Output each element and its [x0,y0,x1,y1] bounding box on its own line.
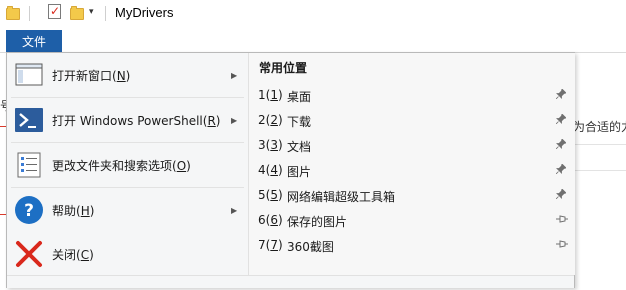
menu-item-open-powershell[interactable]: 打开 Windows PowerShell(R) ▶ [7,98,248,142]
submenu-arrow-icon: ▶ [231,115,238,125]
unpinned-pin-icon[interactable] [556,214,568,227]
recent-item[interactable]: 4(4) 图片 [249,159,575,184]
background-text-fragment: 为合适的力 [573,120,626,134]
pin-icon[interactable] [555,163,567,177]
recent-item[interactable]: 3(3) 文档 [249,134,575,159]
pin-icon[interactable] [555,88,567,102]
recent-item[interactable]: 5(5) 网络编辑超级工具箱 [249,184,575,209]
menu-item-open-new-window[interactable]: 打开新窗口(N) ▶ [7,53,248,97]
recent-item[interactable]: 2(2) 下载 [249,109,575,134]
folder-icon[interactable] [6,6,20,20]
pin-icon[interactable] [555,138,567,152]
background-divider [575,144,626,145]
toolbar-separator [29,6,30,21]
title-bar: ✓ ▾ MyDrivers [0,0,626,28]
properties-check-icon[interactable]: ✓ [48,4,61,19]
menu-item-close[interactable]: 关闭(C) [7,232,248,276]
new-folder-icon[interactable] [70,6,84,20]
recent-item[interactable]: 7(7) 360截图 [249,234,575,259]
menu-footer [7,275,574,288]
menu-item-folder-options[interactable]: 更改文件夹和搜索选项(O) [7,143,248,187]
recent-heading: 常用位置 [259,61,308,75]
folder-options-icon [14,150,44,180]
menu-commands: 打开新窗口(N) ▶ 打开 Windows PowerShell(R) ▶ 更改… [7,53,248,275]
file-menu: 打开新窗口(N) ▶ 打开 Windows PowerShell(R) ▶ 更改… [6,52,575,288]
toolbar-separator [105,6,106,21]
svg-text:?: ? [24,201,34,221]
window-title: MyDrivers [115,5,174,20]
close-icon [14,239,44,269]
submenu-arrow-icon: ▶ [231,70,238,80]
unpinned-pin-icon[interactable] [556,239,568,252]
recent-item[interactable]: 1(1) 桌面 [249,84,575,109]
menu-item-help[interactable]: ? 帮助(H) ▶ [7,188,248,232]
submenu-arrow-icon: ▶ [231,205,238,215]
customize-dropdown-icon[interactable]: ▾ [89,7,94,17]
file-tab[interactable]: 文件 [6,30,62,52]
pin-icon[interactable] [555,188,567,202]
new-window-icon [14,60,44,90]
recent-places-panel: 常用位置 1(1) 桌面 2(2) 下载 3(3) 文档 4(4) 图片 5(5… [248,53,575,275]
recent-item[interactable]: 6(6) 保存的图片 [249,209,575,234]
background-divider [575,170,626,171]
pin-icon[interactable] [555,113,567,127]
powershell-icon [14,105,44,135]
help-icon: ? [14,195,44,225]
